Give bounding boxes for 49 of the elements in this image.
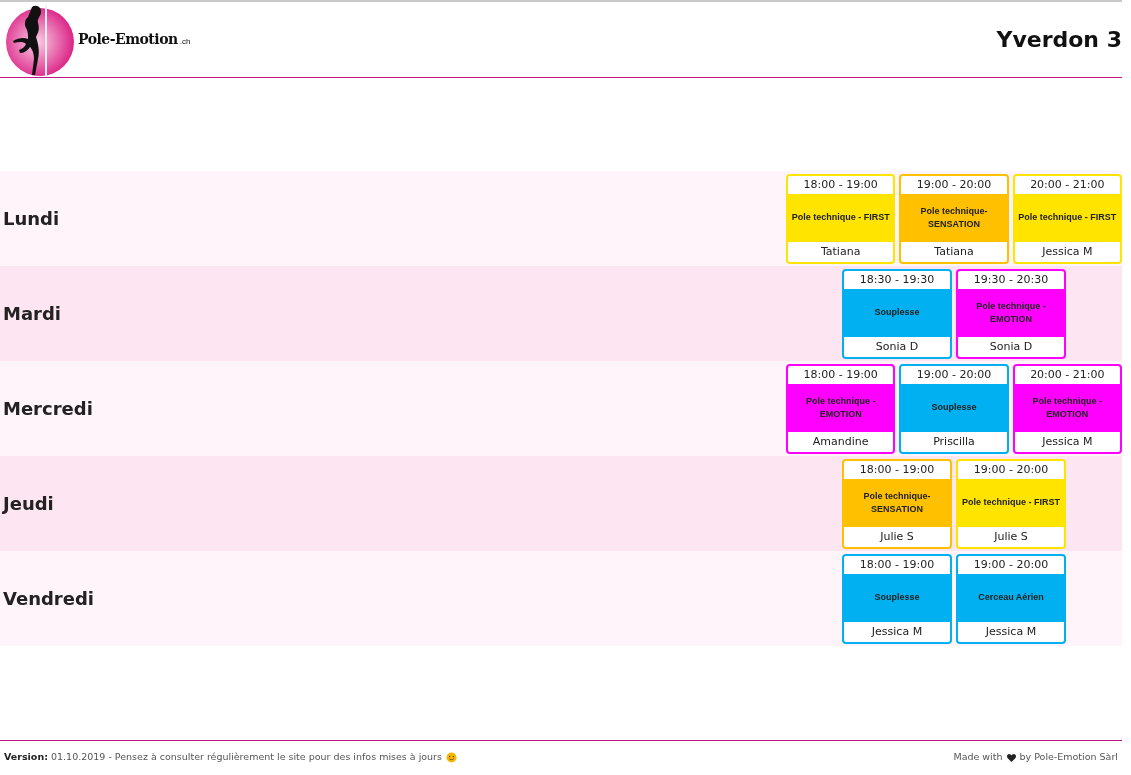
class-time: 20:00 - 21:00 — [1029, 176, 1106, 193]
class-time: 18:00 - 19:00 — [858, 461, 936, 478]
class-title: Pole technique - EMOTION — [788, 383, 894, 432]
day-label: Mercredi — [2, 397, 93, 421]
credit-text: by Pole-Emotion Sàrl — [1019, 750, 1118, 765]
class-time: 19:00 - 20:00 — [972, 461, 1050, 478]
teacher-name: Sonia D — [874, 338, 920, 355]
logo-domain: .ch — [179, 35, 191, 48]
class-title: Souplesse — [844, 573, 950, 622]
teacher-name: Sonia D — [988, 338, 1034, 355]
class-title: Pole technique - FIRST — [788, 193, 894, 242]
class-time: 19:00 - 20:00 — [915, 366, 993, 383]
class-title: Souplesse — [844, 288, 950, 337]
version-note: Version: 01.10.2019 - Pensez à consulter régulièrement le site pour des infos mises à jours — [3, 750, 442, 765]
class-title: Pole technique - FIRST — [958, 478, 1064, 527]
class-title: Cerceau Aérien — [958, 573, 1064, 622]
class-time: 18:00 - 19:00 — [802, 176, 879, 193]
day-label: Lundi — [2, 207, 60, 231]
teacher-name: Jessica M — [984, 623, 1038, 640]
teacher-name: Jessica M — [1040, 433, 1094, 450]
class-title: Pole technique - FIRST — [1014, 193, 1120, 242]
teacher-name: Julie S — [878, 528, 915, 545]
class-time: 18:00 - 19:00 — [858, 556, 936, 573]
heart-icon — [1006, 753, 1016, 762]
class-title: Souplesse — [901, 383, 1007, 432]
page-title: Yverdon 3 — [996, 26, 1122, 54]
teacher-name: Jessica M — [1040, 243, 1094, 260]
class-title: Pole technique- SENSATION — [844, 478, 950, 527]
class-title: Pole technique- SENSATION — [901, 193, 1007, 242]
teacher-name: Tatiana — [819, 243, 862, 260]
teacher-name: Amandine — [811, 433, 870, 450]
class-time: 18:00 - 19:00 — [802, 366, 879, 383]
class-time: 19:00 - 20:00 — [972, 556, 1050, 573]
class-title: Pole technique - EMOTION — [958, 288, 1064, 337]
class-time: 19:30 - 20:30 — [972, 271, 1050, 288]
class-title: Pole technique - EMOTION — [1014, 383, 1120, 432]
class-time: 20:00 - 21:00 — [1029, 366, 1106, 383]
teacher-name: Jessica M — [870, 623, 924, 640]
logo-text: Pole-Emotion — [78, 30, 178, 49]
class-time: 19:00 - 20:00 — [915, 176, 993, 193]
day-label: Mardi — [2, 302, 61, 326]
smiley-icon — [445, 752, 457, 763]
day-label: Jeudi — [1, 492, 54, 516]
credit-text: Made with — [953, 750, 1003, 765]
day-label: Vendredi — [2, 587, 94, 611]
teacher-name: Tatiana — [933, 243, 975, 260]
teacher-name: Julie S — [992, 528, 1029, 545]
teacher-name: Priscilla — [932, 433, 976, 450]
class-time: 18:30 - 19:30 — [858, 271, 936, 288]
